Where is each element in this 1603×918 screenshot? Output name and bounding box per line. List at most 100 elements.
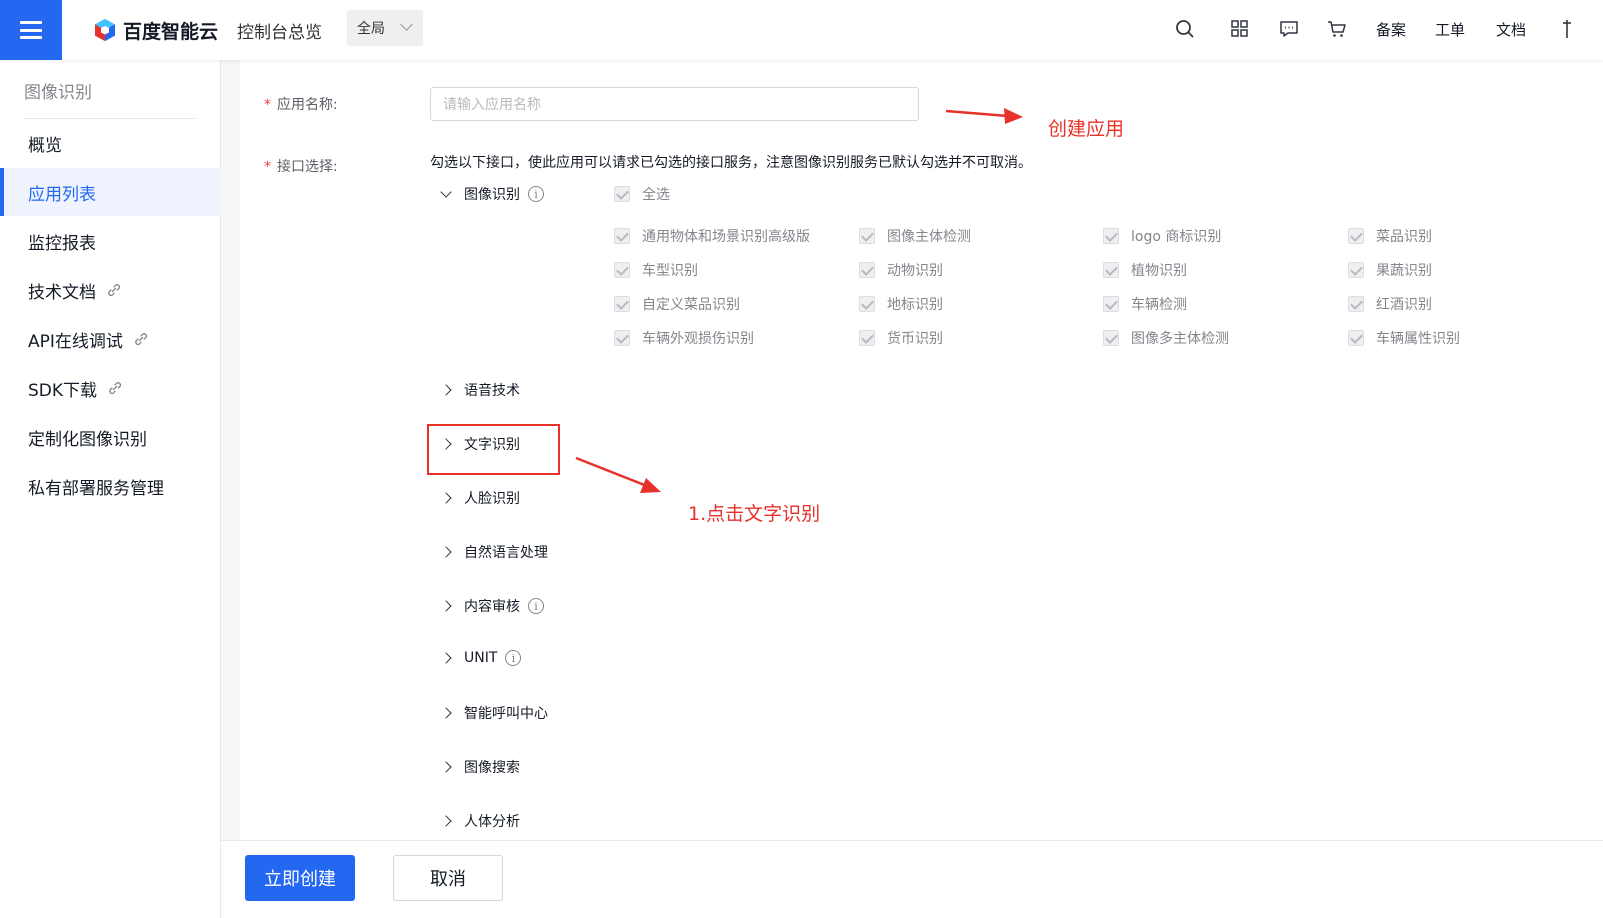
- category-label: 人体分析: [464, 814, 520, 830]
- api-checkbox[interactable]: 红酒识别: [1348, 294, 1432, 314]
- sidebar-item-monitoring[interactable]: 监控报表: [0, 217, 221, 265]
- select-all-checkbox[interactable]: 全选: [614, 184, 670, 204]
- category-content-audit[interactable]: 内容审核 i: [440, 596, 544, 616]
- chevron-right-icon: [440, 600, 452, 612]
- api-checkbox[interactable]: 图像主体检测: [859, 226, 971, 246]
- hamburger-menu-button[interactable]: [0, 0, 62, 60]
- sidebar: 图像识别 概览 应用列表 监控报表 技术文档 API在线调试 SDK下载 定制化…: [0, 60, 221, 918]
- sidebar-item-label: 应用列表: [28, 184, 96, 205]
- info-icon[interactable]: i: [528, 186, 544, 202]
- api-checkbox[interactable]: 菜品识别: [1348, 226, 1432, 246]
- brand-name: 百度智能云: [123, 20, 219, 43]
- api-checkbox[interactable]: 植物识别: [1103, 260, 1187, 280]
- sidebar-item-overview[interactable]: 概览: [0, 119, 221, 167]
- category-image-search[interactable]: 图像搜索: [440, 757, 520, 777]
- app-name-input[interactable]: 请输入应用名称: [430, 87, 919, 121]
- category-unit[interactable]: UNIT i: [440, 650, 522, 666]
- chevron-right-icon: [440, 707, 452, 719]
- sidebar-item-label: SDK下载: [28, 380, 98, 401]
- api-checkbox[interactable]: 自定义菜品识别: [614, 294, 740, 314]
- nav-docs-link[interactable]: 文档: [1496, 19, 1526, 40]
- app-name-label: * 应用名称:: [264, 97, 338, 113]
- chevron-down-icon: [440, 186, 452, 198]
- form-footer: 立即创建 取消: [221, 840, 1603, 918]
- top-navigation-bar: 百度智能云 控制台总览 全局 备案 工单 文档: [0, 0, 1603, 60]
- search-icon[interactable]: [1175, 19, 1195, 39]
- nav-ticket-link[interactable]: 工单: [1435, 19, 1465, 40]
- category-label: 内容审核: [464, 599, 520, 615]
- required-mark: *: [264, 97, 271, 113]
- chevron-right-icon: [440, 546, 452, 558]
- sidebar-item-label: API在线调试: [28, 331, 123, 352]
- api-checkbox[interactable]: 地标识别: [859, 294, 943, 314]
- chevron-right-icon: [440, 652, 452, 664]
- category-label: UNIT: [464, 650, 498, 666]
- category-label: 智能呼叫中心: [464, 706, 548, 722]
- category-label: 图像识别: [464, 187, 520, 203]
- cancel-button[interactable]: 取消: [393, 855, 503, 901]
- api-checkbox[interactable]: 图像多主体检测: [1103, 328, 1229, 348]
- info-icon[interactable]: i: [528, 598, 544, 614]
- menu-icon: [20, 21, 42, 39]
- sidebar-item-label: 概览: [28, 135, 62, 156]
- category-nlp[interactable]: 自然语言处理: [440, 542, 548, 562]
- api-checkbox[interactable]: 车辆检测: [1103, 294, 1187, 314]
- checkbox-checked-disabled: [614, 186, 630, 202]
- annotation-create-app: 创建应用: [1048, 118, 1125, 140]
- api-checkbox[interactable]: 动物识别: [859, 260, 943, 280]
- sidebar-item-api-debug[interactable]: API在线调试: [0, 315, 221, 363]
- baidu-cloud-logo-icon: [95, 19, 115, 41]
- external-link-icon: [135, 333, 147, 346]
- sidebar-item-label: 监控报表: [28, 233, 96, 254]
- chevron-right-icon: [440, 815, 452, 827]
- console-overview-link[interactable]: 控制台总览: [237, 18, 322, 43]
- category-image-recognition[interactable]: 图像识别 i: [440, 184, 544, 204]
- external-link-icon: [108, 284, 121, 297]
- category-label: 自然语言处理: [464, 545, 548, 561]
- brand-logo[interactable]: 百度智能云: [93, 16, 218, 44]
- create-now-button[interactable]: 立即创建: [245, 855, 355, 901]
- shopping-cart-icon[interactable]: [1327, 19, 1347, 39]
- sidebar-title: 图像识别: [24, 83, 92, 103]
- ocr-highlight-box: [427, 424, 560, 475]
- category-call-center[interactable]: 智能呼叫中心: [440, 703, 548, 723]
- sidebar-item-sdk-download[interactable]: SDK下载: [0, 364, 221, 412]
- api-checkbox[interactable]: 车辆外观损伤识别: [614, 328, 754, 348]
- api-checkbox[interactable]: logo 商标识别: [1103, 226, 1221, 246]
- sidebar-item-label: 私有部署服务管理: [28, 478, 164, 499]
- category-face[interactable]: 人脸识别: [440, 488, 520, 508]
- api-checkbox[interactable]: 果蔬识别: [1348, 260, 1432, 280]
- nav-backup-link[interactable]: 备案: [1376, 19, 1406, 40]
- interface-select-label: * 接口选择:: [264, 159, 338, 175]
- category-body-analysis[interactable]: 人体分析: [440, 811, 520, 831]
- category-speech[interactable]: 语音技术: [440, 380, 520, 400]
- sidebar-item-custom-recognition[interactable]: 定制化图像识别: [0, 413, 221, 461]
- category-label: 图像搜索: [464, 760, 520, 776]
- category-label: 人脸识别: [464, 491, 520, 507]
- checkbox-label: 全选: [642, 187, 670, 203]
- chevron-right-icon: [440, 761, 452, 773]
- external-link-icon: [109, 382, 122, 395]
- category-label: 语音技术: [464, 383, 520, 399]
- api-checkbox[interactable]: 货币识别: [859, 328, 943, 348]
- annotation-click-ocr: 1.点击文字识别: [688, 503, 821, 525]
- sidebar-item-private-deploy[interactable]: 私有部署服务管理: [0, 462, 221, 510]
- message-icon[interactable]: [1279, 19, 1299, 39]
- chevron-right-icon: [440, 492, 452, 504]
- api-checkbox[interactable]: 通用物体和场景识别高级版: [614, 226, 810, 246]
- sidebar-item-label: 技术文档: [28, 282, 96, 303]
- sidebar-item-tech-docs[interactable]: 技术文档: [0, 266, 221, 314]
- account-icon[interactable]: [1560, 19, 1580, 39]
- chevron-right-icon: [440, 384, 452, 396]
- api-checkbox[interactable]: 车型识别: [614, 260, 698, 280]
- region-select[interactable]: 全局: [347, 10, 423, 46]
- chevron-down-icon: [400, 18, 413, 31]
- grid-apps-icon[interactable]: [1230, 19, 1250, 39]
- api-checkbox[interactable]: 车辆属性识别: [1348, 328, 1460, 348]
- info-icon[interactable]: i: [505, 650, 522, 666]
- sidebar-item-app-list[interactable]: 应用列表: [0, 168, 221, 216]
- required-mark: *: [264, 159, 271, 175]
- sidebar-item-label: 定制化图像识别: [28, 429, 147, 450]
- region-select-value: 全局: [357, 21, 385, 37]
- interface-hint: 勾选以下接口，使此应用可以请求已勾选的接口服务，注意图像识别服务已默认勾选并不可…: [430, 155, 1032, 171]
